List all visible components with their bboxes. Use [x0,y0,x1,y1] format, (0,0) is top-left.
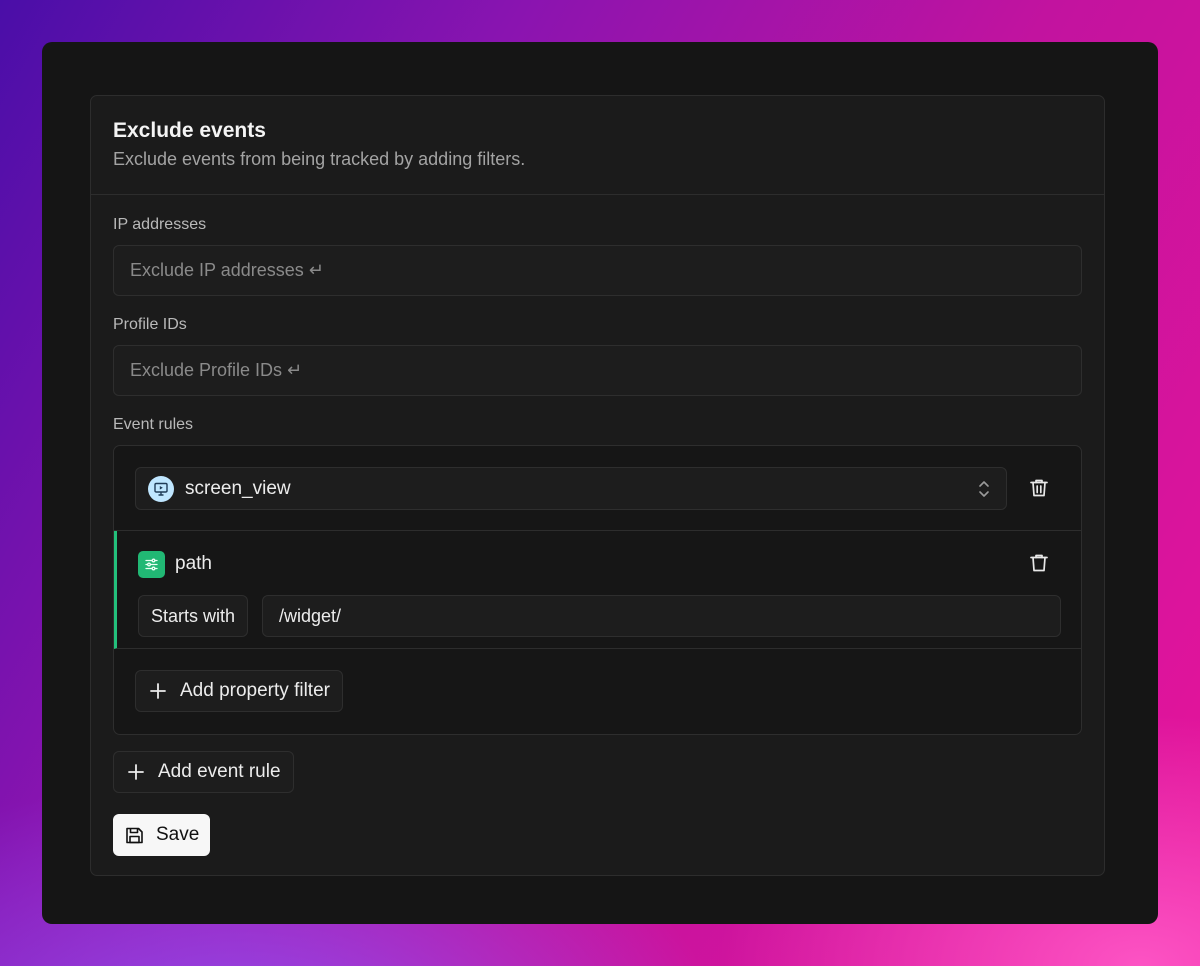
property-name: path [175,553,212,574]
event-select[interactable]: screen_view [135,467,1007,510]
add-event-rule-label: Add event rule [158,761,281,782]
filter-value-field[interactable] [262,595,1061,637]
event-name: screen_view [185,477,291,499]
event-rule-card: screen_view path Starts with /widget/ Ad… [113,445,1082,735]
ip-addresses-label: IP addresses [113,216,207,233]
save-button[interactable]: Save [113,814,211,856]
card-title: Exclude events [113,119,266,142]
delete-filter-icon[interactable] [1028,552,1050,579]
plus-icon [126,762,146,782]
monitor-play-icon [148,475,174,502]
event-rule-header: screen_view [114,446,1081,531]
profile-ids-input[interactable] [130,360,1081,381]
save-icon [124,825,145,846]
exclude-events-card: Exclude events Exclude events from being… [90,95,1105,876]
card-header: Exclude events Exclude events from being… [91,96,1104,195]
sliders-icon [138,551,165,578]
chevron-up-down-icon [976,478,992,505]
operator-select[interactable]: Starts with [138,595,249,637]
profile-ids-label: Profile IDs [113,316,187,333]
filter-value-input[interactable] [279,605,1060,627]
card-body: IP addresses Profile IDs Event rules [91,195,1104,856]
settings-window: Exclude events Exclude events from being… [42,42,1158,924]
property-filter: path Starts with [114,531,1081,649]
event-rules-label: Event rules [113,416,194,433]
add-property-filter-label: Add property filter [180,680,330,701]
profile-ids-field[interactable] [113,345,1082,396]
save-label: Save [156,824,200,845]
ip-addresses-input[interactable] [130,260,1081,281]
delete-event-rule-icon[interactable] [1028,477,1050,504]
card-description: Exclude events from being tracked by add… [113,149,526,169]
add-event-rule-button[interactable]: Add event rule [113,751,294,793]
plus-icon [148,681,168,701]
ip-addresses-field[interactable] [113,245,1082,296]
add-property-filter-button[interactable]: Add property filter [135,670,343,712]
